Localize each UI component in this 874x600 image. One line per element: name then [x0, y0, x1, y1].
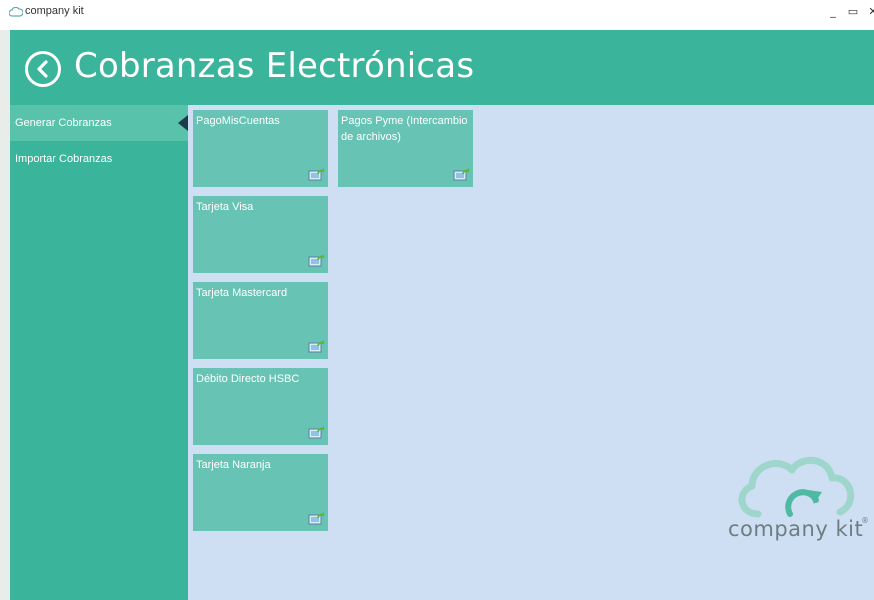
sidebar-item-generar-cobranzas[interactable]: Generar Cobranzas — [10, 105, 188, 141]
pc-refresh-icon — [308, 168, 325, 181]
page-header: Cobranzas Electrónicas — [10, 30, 874, 105]
back-button[interactable] — [25, 51, 61, 87]
close-button[interactable]: ✕ — [866, 5, 874, 19]
pc-refresh-icon — [453, 168, 470, 181]
tile-label: PagoMisCuentas — [196, 115, 280, 127]
tile-tarjeta-mastercard[interactable]: Tarjeta Mastercard — [193, 282, 328, 359]
sidebar-item-importar-cobranzas[interactable]: Importar Cobranzas — [10, 141, 188, 177]
tile-label: Tarjeta Mastercard — [196, 287, 288, 299]
cloud-icon — [9, 7, 23, 17]
sidebar-item-label: Generar Cobranzas — [15, 117, 112, 129]
tile-pagomiscuentas[interactable]: PagoMisCuentas — [193, 110, 328, 187]
sidebar-item-label: Importar Cobranzas — [15, 153, 113, 165]
pc-refresh-icon — [308, 254, 325, 267]
selected-indicator-icon — [178, 115, 188, 131]
pc-refresh-icon — [308, 340, 325, 353]
tile-label: Tarjeta Naranja — [196, 459, 271, 471]
window-title: company kit — [25, 5, 84, 17]
chevron-left-icon — [37, 60, 48, 78]
sidebar: Generar Cobranzas Importar Cobranzas — [10, 105, 188, 600]
pc-refresh-icon — [308, 426, 325, 439]
tile-label: Pagos Pyme (Intercambio de archivos) — [341, 115, 468, 143]
minimize-button[interactable]: _ — [826, 5, 840, 19]
tile-debito-directo-hsbc[interactable]: Débito Directo HSBC — [193, 368, 328, 445]
maximize-button[interactable]: ▭ — [846, 5, 860, 19]
window-left-border — [0, 30, 10, 600]
tile-pagos-pyme[interactable]: Pagos Pyme (Intercambio de archivos) — [338, 110, 473, 187]
page-title: Cobranzas Electrónicas — [74, 46, 475, 86]
tile-tarjeta-visa[interactable]: Tarjeta Visa — [193, 196, 328, 273]
pc-refresh-icon — [308, 512, 325, 525]
logo-registered-mark: ® — [861, 516, 869, 525]
tile-tarjeta-naranja[interactable]: Tarjeta Naranja — [193, 454, 328, 531]
window-title-bar: company kit _ ▭ ✕ — [0, 0, 874, 30]
tile-label: Débito Directo HSBC — [196, 373, 300, 385]
logo-text: company kit — [728, 517, 864, 541]
tile-label: Tarjeta Visa — [196, 201, 254, 213]
